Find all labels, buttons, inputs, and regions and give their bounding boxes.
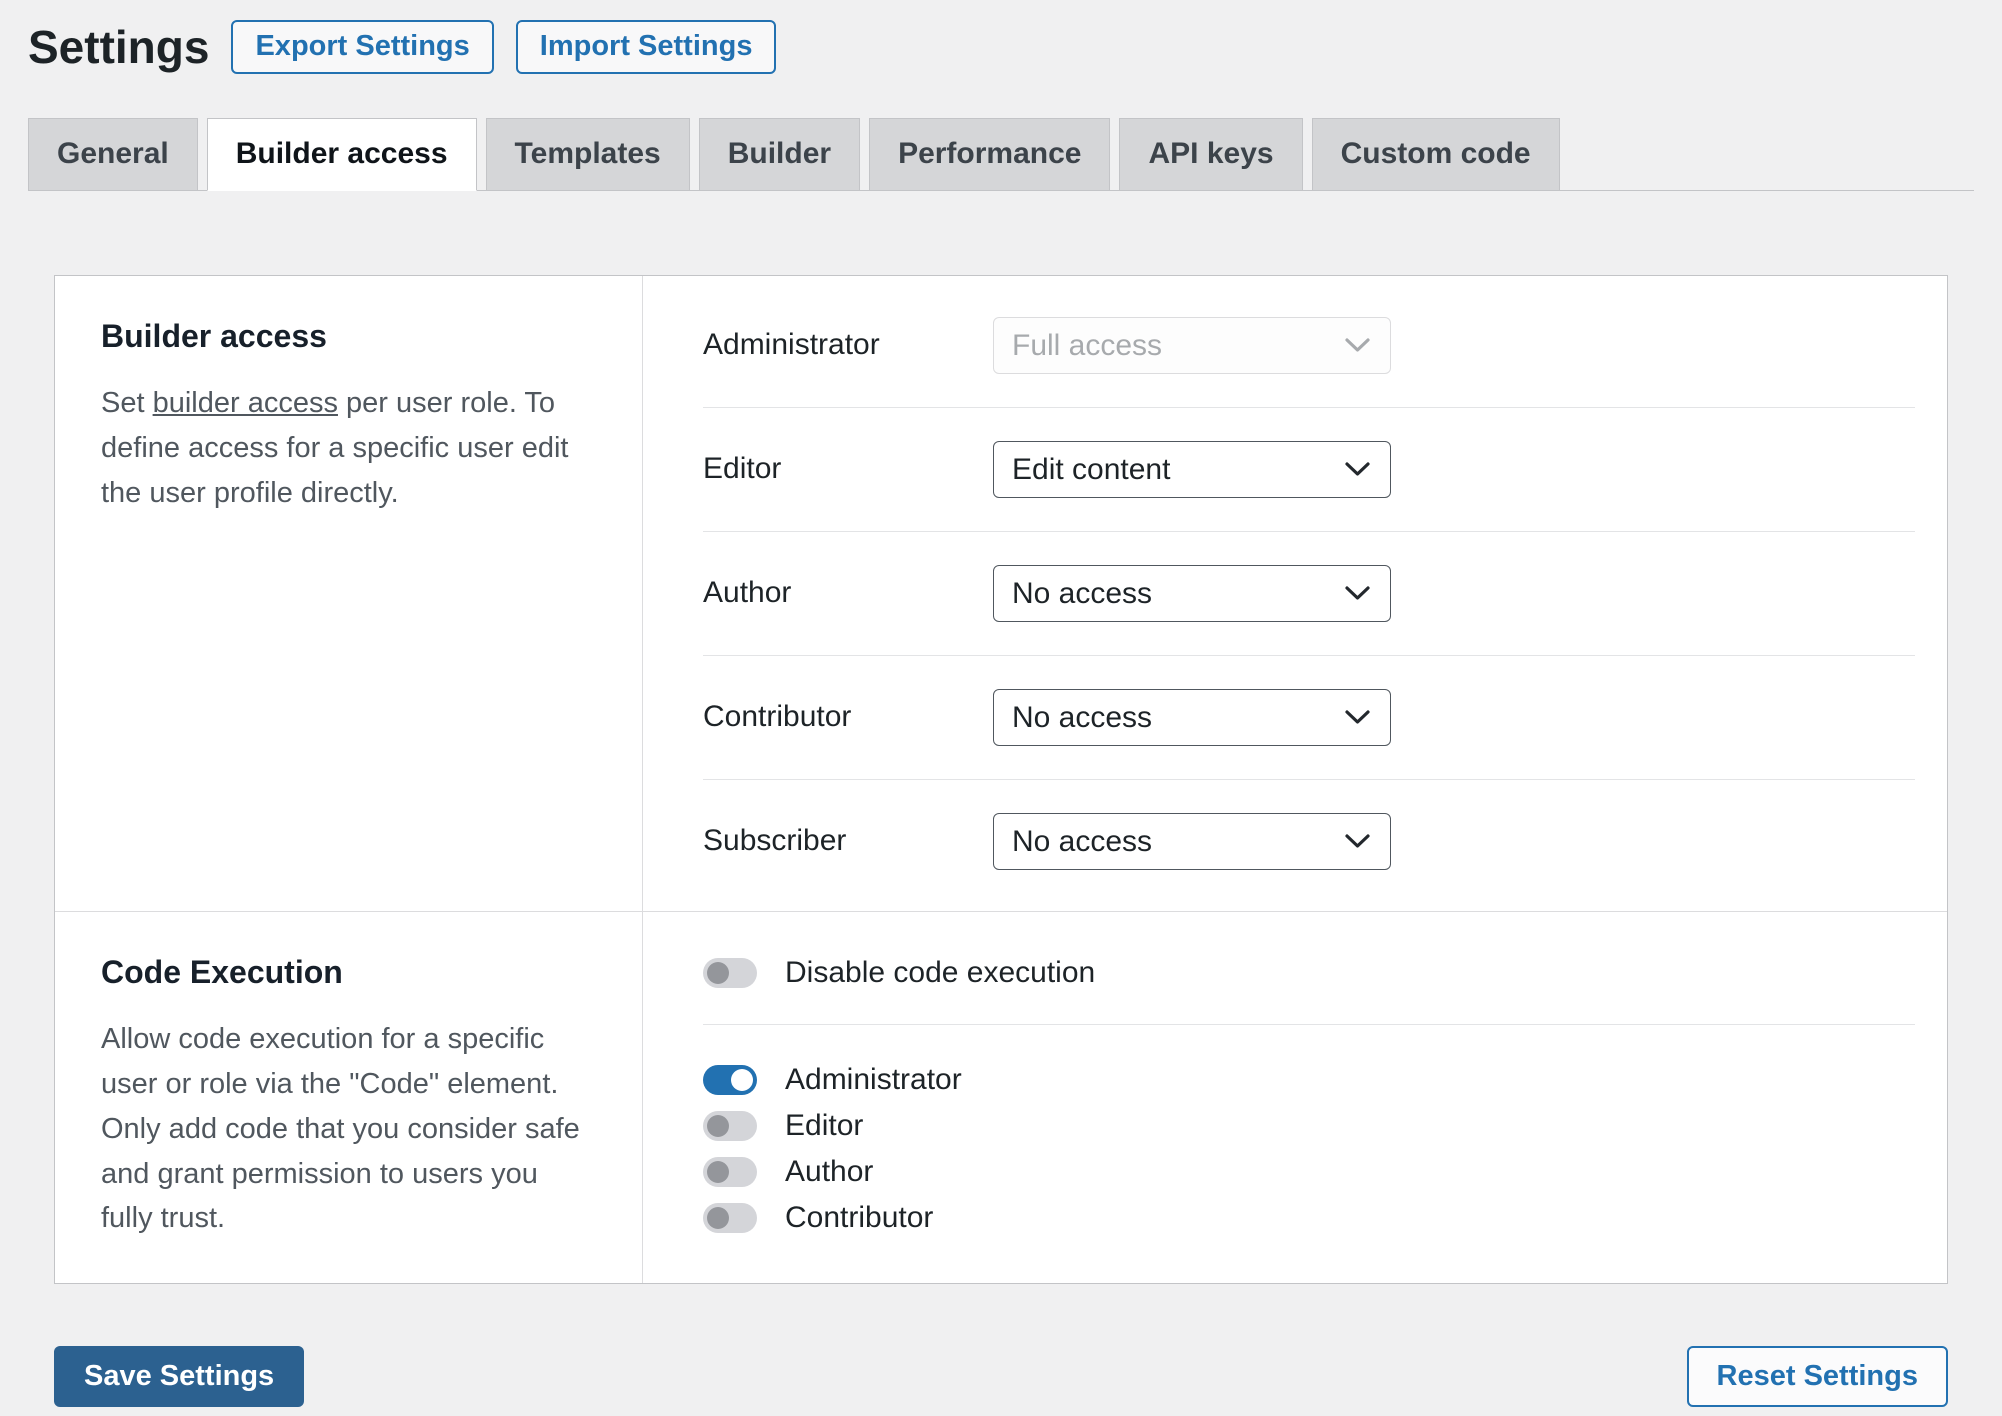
export-settings-button[interactable]: Export Settings [231, 20, 493, 74]
subscriber-access-select[interactable]: No access [993, 813, 1391, 870]
role-row-administrator: Administrator Full access [703, 284, 1915, 408]
administrator-code-toggle[interactable] [703, 1065, 757, 1095]
settings-panel: Builder access Set builder access per us… [54, 275, 1948, 1285]
page-header: Settings Export Settings Import Settings [28, 14, 1974, 74]
role-label: Author [703, 576, 993, 610]
save-settings-button[interactable]: Save Settings [54, 1346, 304, 1407]
disable-code-execution-toggle[interactable] [703, 958, 757, 988]
page-title: Settings [28, 22, 209, 73]
subscriber-access-select-wrap: No access [993, 813, 1391, 870]
toggle-label: Contributor [785, 1201, 933, 1235]
tab-custom-code[interactable]: Custom code [1312, 118, 1560, 190]
editor-code-toggle[interactable] [703, 1111, 757, 1141]
toggle-label: Administrator [785, 1063, 962, 1097]
toggle-label: Author [785, 1155, 873, 1189]
code-execution-description: Code Execution Allow code execution for … [55, 911, 643, 1284]
role-row-contributor: Contributor No access [703, 656, 1915, 780]
tab-builder-access[interactable]: Builder access [207, 118, 477, 191]
tab-general[interactable]: General [28, 118, 198, 190]
toggle-row-author: Author [703, 1155, 1915, 1189]
builder-access-description: Builder access Set builder access per us… [55, 276, 643, 911]
settings-tabs: General Builder access Templates Builder… [28, 118, 1974, 191]
author-access-select-wrap: No access [993, 565, 1391, 622]
role-row-subscriber: Subscriber No access [703, 780, 1915, 903]
code-execution-heading: Code Execution [101, 954, 596, 991]
settings-page: Settings Export Settings Import Settings… [0, 0, 2002, 1407]
code-execution-text: Allow code execution for a specific user… [101, 1017, 581, 1242]
builder-access-heading: Builder access [101, 318, 596, 355]
role-label: Administrator [703, 328, 993, 362]
role-label: Subscriber [703, 824, 993, 858]
author-code-toggle[interactable] [703, 1157, 757, 1187]
toggle-row-contributor: Contributor [703, 1201, 1915, 1235]
reset-settings-button[interactable]: Reset Settings [1687, 1346, 1948, 1407]
role-label: Contributor [703, 700, 993, 734]
desc-pre: Set [101, 387, 153, 419]
contributor-access-select[interactable]: No access [993, 689, 1391, 746]
role-label: Editor [703, 452, 993, 486]
administrator-access-select-wrap: Full access [993, 317, 1391, 374]
toggle-row-administrator: Administrator [703, 1063, 1915, 1097]
toggle-knob [707, 1161, 729, 1183]
role-row-author: Author No access [703, 532, 1915, 656]
code-execution-controls: Disable code execution Administrator Edi… [643, 911, 1947, 1284]
toggle-knob [707, 1115, 729, 1137]
import-settings-button[interactable]: Import Settings [516, 20, 777, 74]
administrator-access-select[interactable]: Full access [993, 317, 1391, 374]
toggle-knob [707, 1207, 729, 1229]
toggle-label: Editor [785, 1109, 863, 1143]
toggle-knob [707, 962, 729, 984]
editor-access-select-wrap: Edit content [993, 441, 1391, 498]
contributor-access-select-wrap: No access [993, 689, 1391, 746]
tab-performance[interactable]: Performance [869, 118, 1110, 190]
editor-access-select[interactable]: Edit content [993, 441, 1391, 498]
tab-templates[interactable]: Templates [486, 118, 690, 190]
role-toggle-list: Administrator Editor Author Contributor [703, 1063, 1915, 1235]
toggle-knob [731, 1069, 753, 1091]
author-access-select[interactable]: No access [993, 565, 1391, 622]
footer-actions: Save Settings Reset Settings [54, 1346, 1948, 1407]
role-row-editor: Editor Edit content [703, 408, 1915, 532]
toggle-row-editor: Editor [703, 1109, 1915, 1143]
tab-builder[interactable]: Builder [699, 118, 860, 190]
tab-api-keys[interactable]: API keys [1119, 118, 1302, 190]
contributor-code-toggle[interactable] [703, 1203, 757, 1233]
disable-code-execution-row: Disable code execution [703, 956, 1915, 1025]
toggle-label: Disable code execution [785, 956, 1095, 990]
builder-access-link[interactable]: builder access [153, 387, 338, 419]
builder-access-controls: Administrator Full access Editor Edit co… [643, 276, 1947, 911]
builder-access-text: Set builder access per user role. To def… [101, 381, 581, 516]
